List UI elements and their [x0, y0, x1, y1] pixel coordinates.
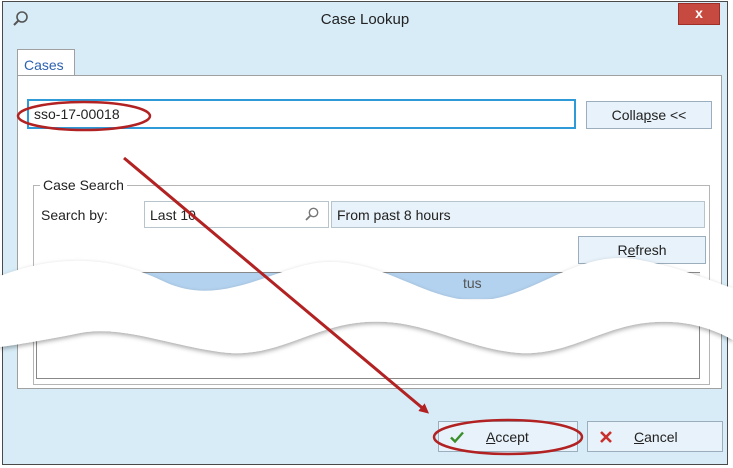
cancel-label: Cancel [634, 429, 678, 445]
accept-label: Accept [486, 429, 529, 445]
grid-column-header[interactable]: tus [463, 275, 482, 291]
x-icon [600, 431, 612, 443]
window-title: Case Lookup [320, 11, 410, 28]
search-by-label: Search by: [41, 207, 108, 223]
accept-button[interactable]: Accept [438, 421, 578, 452]
collapse-label-pre: Colla [611, 107, 644, 123]
refresh-label-pre: R [617, 242, 628, 258]
search-by-select[interactable]: Last 10 [144, 201, 329, 228]
case-search-legend: Case Search [40, 177, 127, 193]
time-range-field[interactable]: From past 8 hours [331, 201, 705, 228]
grid-column-header[interactable]: us [293, 275, 308, 291]
grid-scrollbar[interactable] [675, 273, 700, 299]
collapse-label-post: se << [651, 107, 687, 123]
title-bar: Case Lookup x [3, 2, 727, 36]
accept-label-rest: ccept [495, 429, 529, 445]
cancel-label-mnemonic: C [634, 429, 645, 445]
case-number-input[interactable]: sso-17-00018 [27, 99, 576, 129]
cancel-label-rest: ancel [644, 429, 678, 445]
checkmark-icon [450, 431, 464, 444]
search-icon[interactable] [304, 206, 320, 222]
cancel-button[interactable]: Cancel [587, 421, 723, 452]
accept-label-mnemonic: A [486, 429, 496, 445]
refresh-button[interactable]: Refresh [578, 236, 706, 264]
collapse-button[interactable]: Collapse << [586, 101, 712, 129]
refresh-label-post: fresh [635, 242, 667, 258]
results-grid-header: us tus [37, 273, 675, 299]
close-button[interactable]: x [678, 3, 720, 25]
tab-cases[interactable]: Cases [17, 49, 75, 76]
